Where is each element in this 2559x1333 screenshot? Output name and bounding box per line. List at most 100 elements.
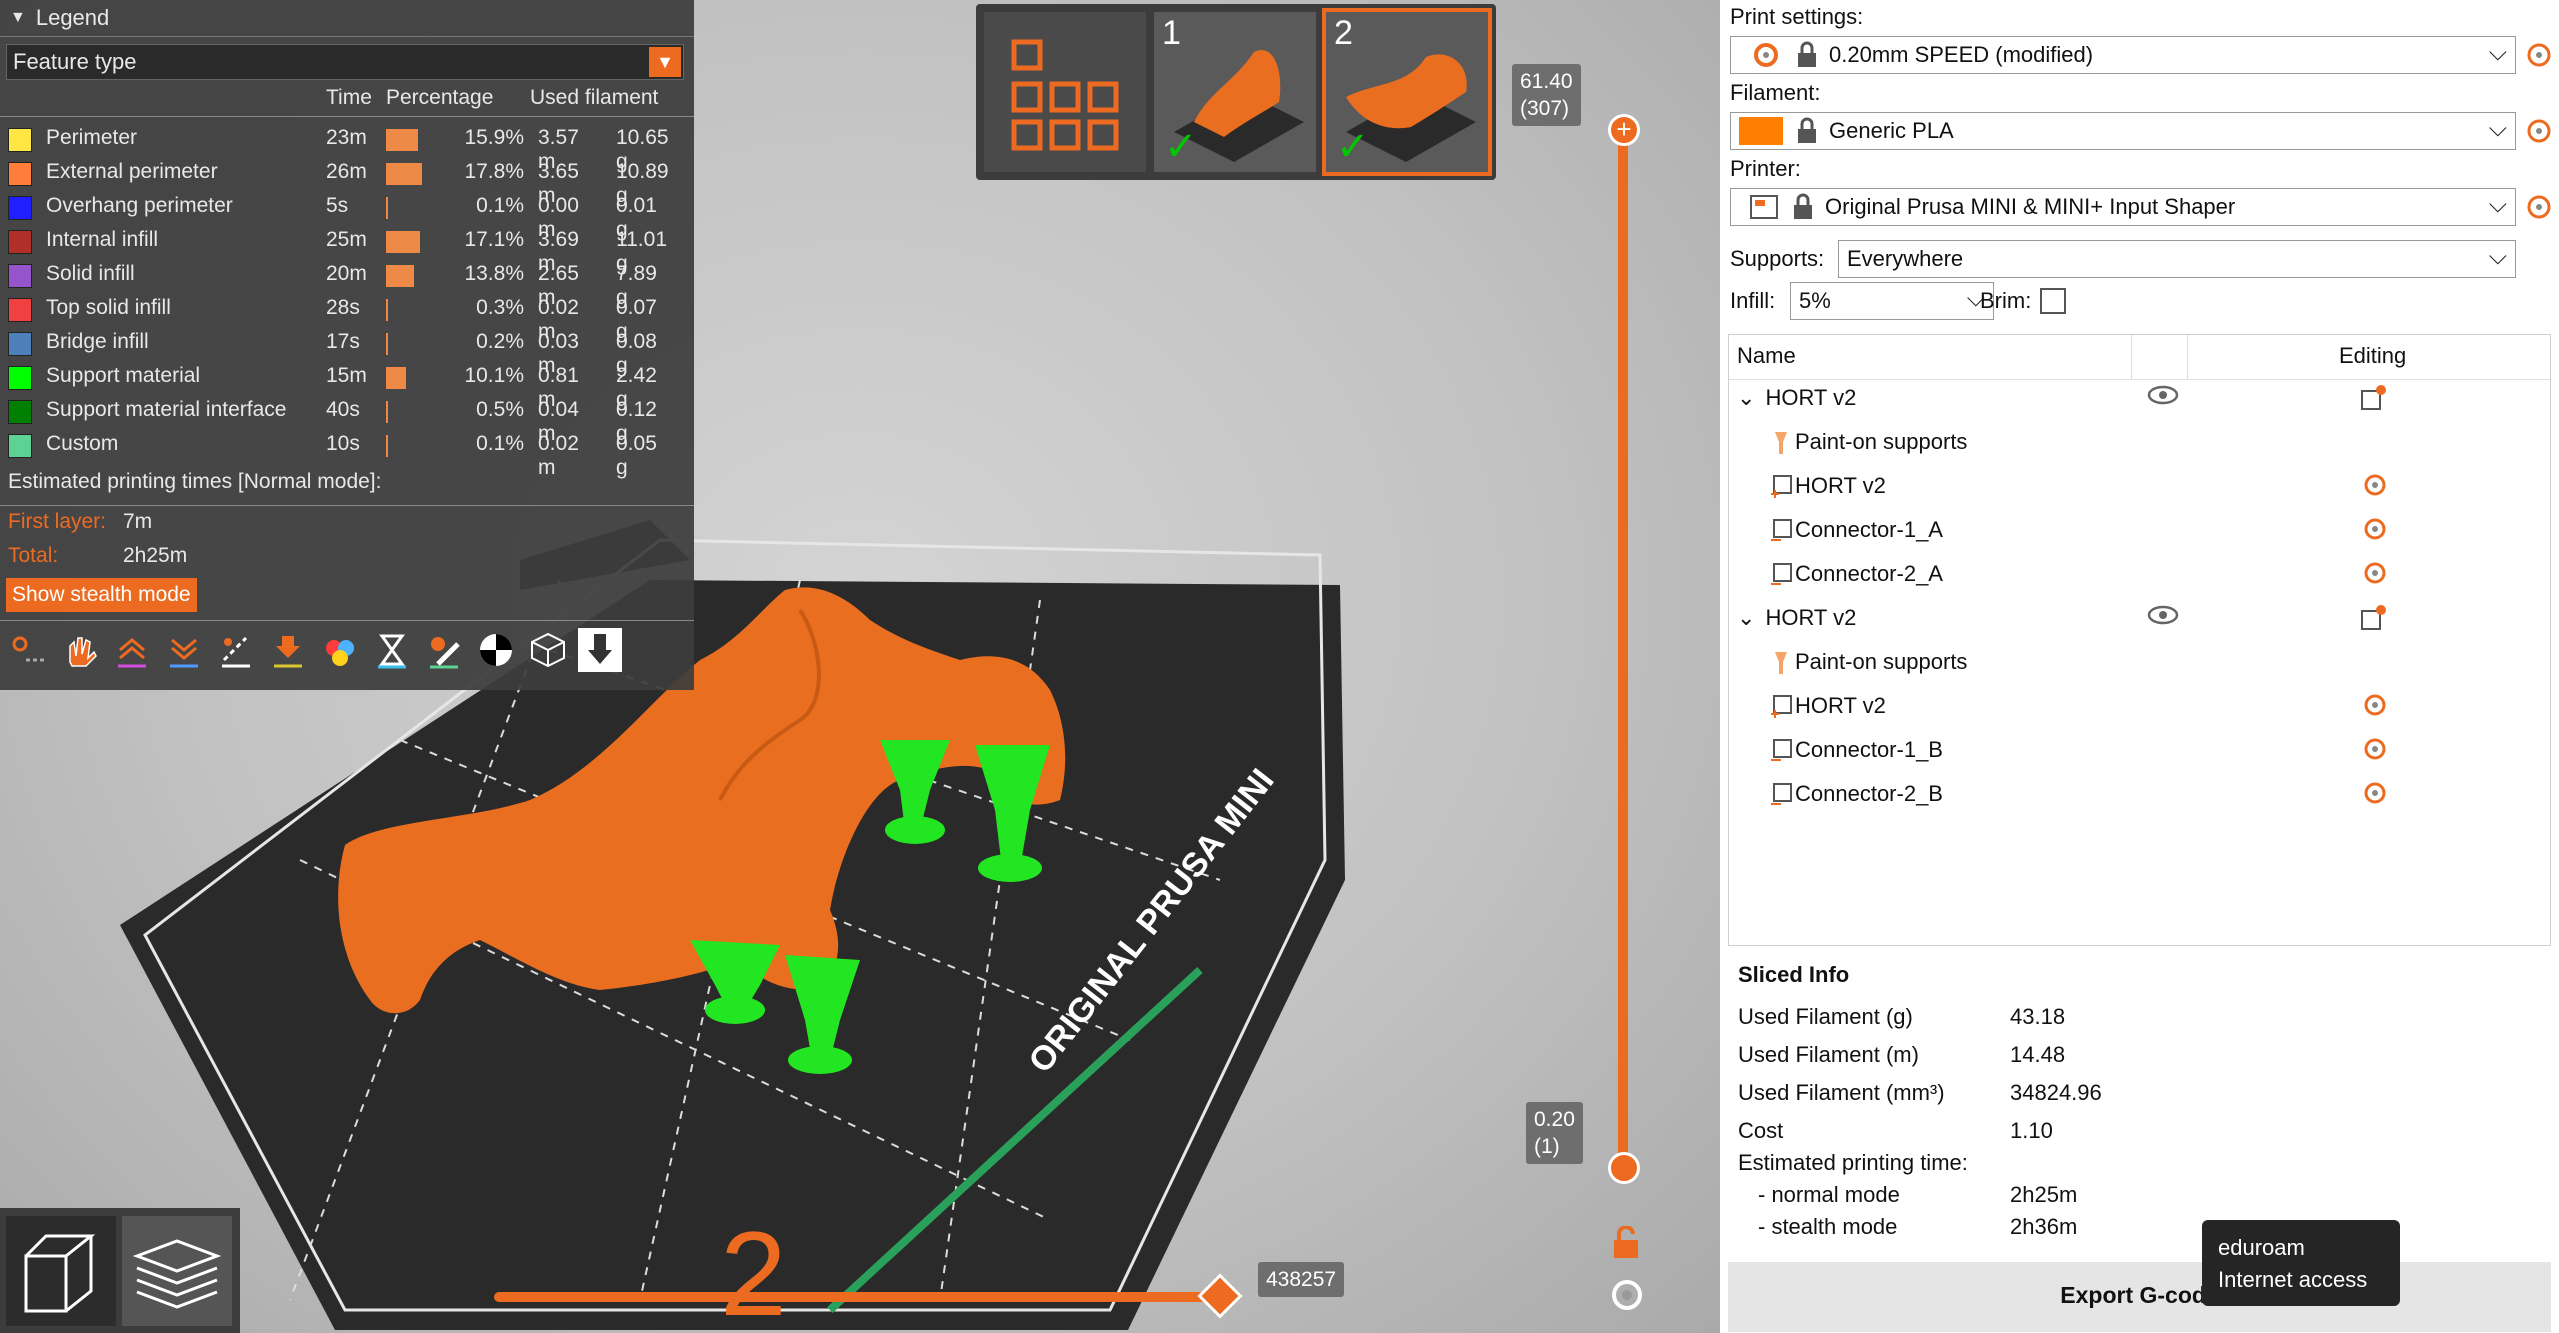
first-layer-label: First layer: — [8, 510, 107, 533]
network-name: eduroam — [2218, 1235, 2305, 1260]
normal-mode-label: - normal mode — [1758, 1182, 1900, 1207]
deretractions-icon[interactable] — [162, 628, 206, 672]
filament-color-swatch[interactable] — [1739, 117, 1783, 145]
plate-2-number: 2 — [1334, 14, 1353, 52]
object-part-row[interactable]: Connector-1_B — [1769, 737, 1943, 764]
horizontal-move-track[interactable] — [494, 1292, 1224, 1302]
feature-name: Solid infill — [46, 262, 135, 285]
network-tooltip: eduroam Internet access — [2202, 1220, 2400, 1306]
legend-color-swatch — [8, 162, 32, 186]
visibility-eye-icon[interactable] — [2147, 383, 2179, 413]
feature-name: Top solid infill — [46, 296, 171, 319]
lower-thumb[interactable] — [1608, 1152, 1640, 1184]
filament-label: Filament: — [1730, 80, 1821, 105]
legend-toolbar — [6, 628, 622, 672]
object-part-row[interactable]: Connector-1_A — [1769, 517, 1943, 544]
print-settings-label: Print settings: — [1730, 4, 1864, 29]
view-type-select[interactable]: Feature type ▼ — [6, 44, 684, 80]
color-changes-icon[interactable] — [318, 628, 362, 672]
layer-bottom-number: (1) — [1534, 1135, 1560, 1158]
feature-name: Custom — [46, 432, 119, 455]
visibility-eye-icon[interactable] — [2147, 603, 2179, 633]
sliced-key: Used Filament (mm³) — [1738, 1080, 1945, 1105]
part-name: Connector-1_B — [1795, 737, 1943, 762]
pause-hourglass-icon[interactable] — [370, 628, 414, 672]
legend-color-swatch — [8, 366, 32, 390]
3d-viewport[interactable]: ORIGINAL PRUSA MINI 2 ▼ Legend Feature t… — [0, 0, 1720, 1333]
sliced-key: Cost — [1738, 1118, 1784, 1143]
supports-select[interactable]: Everywhere ⌵ — [1838, 240, 2516, 278]
object-part-row[interactable]: HORT v2 — [1769, 473, 1886, 500]
collapse-triangle-icon[interactable]: ▼ — [10, 9, 26, 27]
object-row[interactable]: ⌄ HORT v2 — [1737, 385, 1856, 411]
export-gcode-button[interactable]: Export G-code — [1728, 1262, 2551, 1332]
sliced-check-icon: ✓ — [1336, 125, 1370, 169]
vertical-layer-track[interactable] — [1618, 130, 1628, 1170]
3d-view-button[interactable] — [6, 1216, 116, 1326]
unlock-icon[interactable] — [1610, 1226, 1644, 1260]
object-part-row[interactable]: HORT v2 — [1769, 693, 1886, 720]
brim-checkbox[interactable] — [2040, 288, 2066, 314]
tool-marker-icon[interactable] — [578, 628, 622, 672]
feature-percentage-bar — [386, 401, 388, 423]
part-name: HORT v2 — [1795, 473, 1886, 498]
seams-icon[interactable] — [214, 628, 258, 672]
all-plates-button[interactable] — [984, 12, 1146, 172]
object-row[interactable]: ⌄ HORT v2 — [1737, 605, 1856, 631]
chevron-down-icon[interactable]: ▼ — [649, 47, 681, 77]
center-of-gravity-icon[interactable] — [474, 628, 518, 672]
feature-time: 40s — [326, 398, 360, 421]
travel-toggle-icon[interactable] — [6, 628, 50, 672]
feature-time: 25m — [326, 228, 367, 251]
sliced-key: Used Filament (g) — [1738, 1004, 1913, 1029]
object-part-row[interactable]: Paint-on supports — [1769, 649, 1967, 676]
part-settings-gear-icon[interactable] — [2361, 735, 2389, 769]
object-part-row[interactable]: Connector-2_B — [1769, 781, 1943, 808]
print-settings-select[interactable]: 0.20mm SPEED (modified) ⌵ — [1730, 36, 2516, 74]
filament-select[interactable]: Generic PLA ⌵ — [1730, 112, 2516, 150]
chevron-down-icon[interactable]: ⌄ — [1737, 385, 1755, 410]
feature-percentage: 0.1% — [476, 432, 524, 455]
edit-object-icon[interactable] — [2359, 383, 2389, 419]
plate-1-thumbnail[interactable]: 1 ✓ — [1154, 12, 1316, 172]
plate-number-marker: 2 — [720, 1207, 787, 1333]
object-part-row[interactable]: Paint-on supports — [1769, 429, 1967, 456]
infill-select[interactable]: 5% ⌵ — [1790, 282, 1994, 320]
feature-percentage-bar — [386, 163, 422, 185]
part-settings-gear-icon[interactable] — [2361, 559, 2389, 593]
show-stealth-mode-button[interactable]: Show stealth mode — [6, 578, 197, 612]
printer-icon — [1750, 195, 1778, 219]
upper-thumb-plus-icon[interactable]: + — [1608, 114, 1640, 146]
feature-name: External perimeter — [46, 160, 218, 183]
feature-name: Internal infill — [46, 228, 159, 251]
cog-settings-icon[interactable] — [1610, 1278, 1644, 1312]
custom-gcode-icon[interactable] — [422, 628, 466, 672]
retractions-icon[interactable] — [110, 628, 154, 672]
feature-percentage: 0.3% — [476, 296, 524, 319]
edit-object-icon[interactable] — [2359, 603, 2389, 639]
part-settings-gear-icon[interactable] — [2361, 471, 2389, 505]
part-settings-gear-icon[interactable] — [2361, 779, 2389, 813]
part-settings-gear-icon[interactable] — [2361, 515, 2389, 549]
sliced-info: Sliced Info Used Filament (g) 43.18 Used F… — [1728, 958, 2551, 1258]
preview-button[interactable] — [122, 1216, 232, 1326]
feature-time: 17s — [326, 330, 360, 353]
tool-changes-icon[interactable] — [266, 628, 310, 672]
object-part-row[interactable]: Connector-2_A — [1769, 561, 1943, 588]
feature-percentage: 13.8% — [464, 262, 524, 285]
object-name: HORT v2 — [1765, 605, 1857, 630]
feature-name: Perimeter — [46, 126, 138, 149]
print-settings-edit-icon[interactable] — [2524, 40, 2554, 70]
legend-header[interactable]: ▼ Legend — [0, 0, 694, 37]
wipe-hand-icon[interactable] — [58, 628, 102, 672]
chevron-down-icon[interactable]: ⌄ — [1737, 605, 1755, 630]
sidebar-panel: Print settings: 0.20mm SPEED (modified) … — [1720, 0, 2559, 1333]
filament-edit-icon[interactable] — [2524, 116, 2554, 146]
object-list-header: Name Editing — [1729, 335, 2550, 380]
plate-2-thumbnail[interactable]: 2 ✓ — [1322, 8, 1492, 176]
sliced-check-icon: ✓ — [1164, 125, 1198, 169]
printer-select[interactable]: Original Prusa MINI & MINI+ Input Shaper… — [1730, 188, 2516, 226]
printer-edit-icon[interactable] — [2524, 192, 2554, 222]
shells-cube-icon[interactable] — [526, 628, 570, 672]
part-settings-gear-icon[interactable] — [2361, 691, 2389, 725]
